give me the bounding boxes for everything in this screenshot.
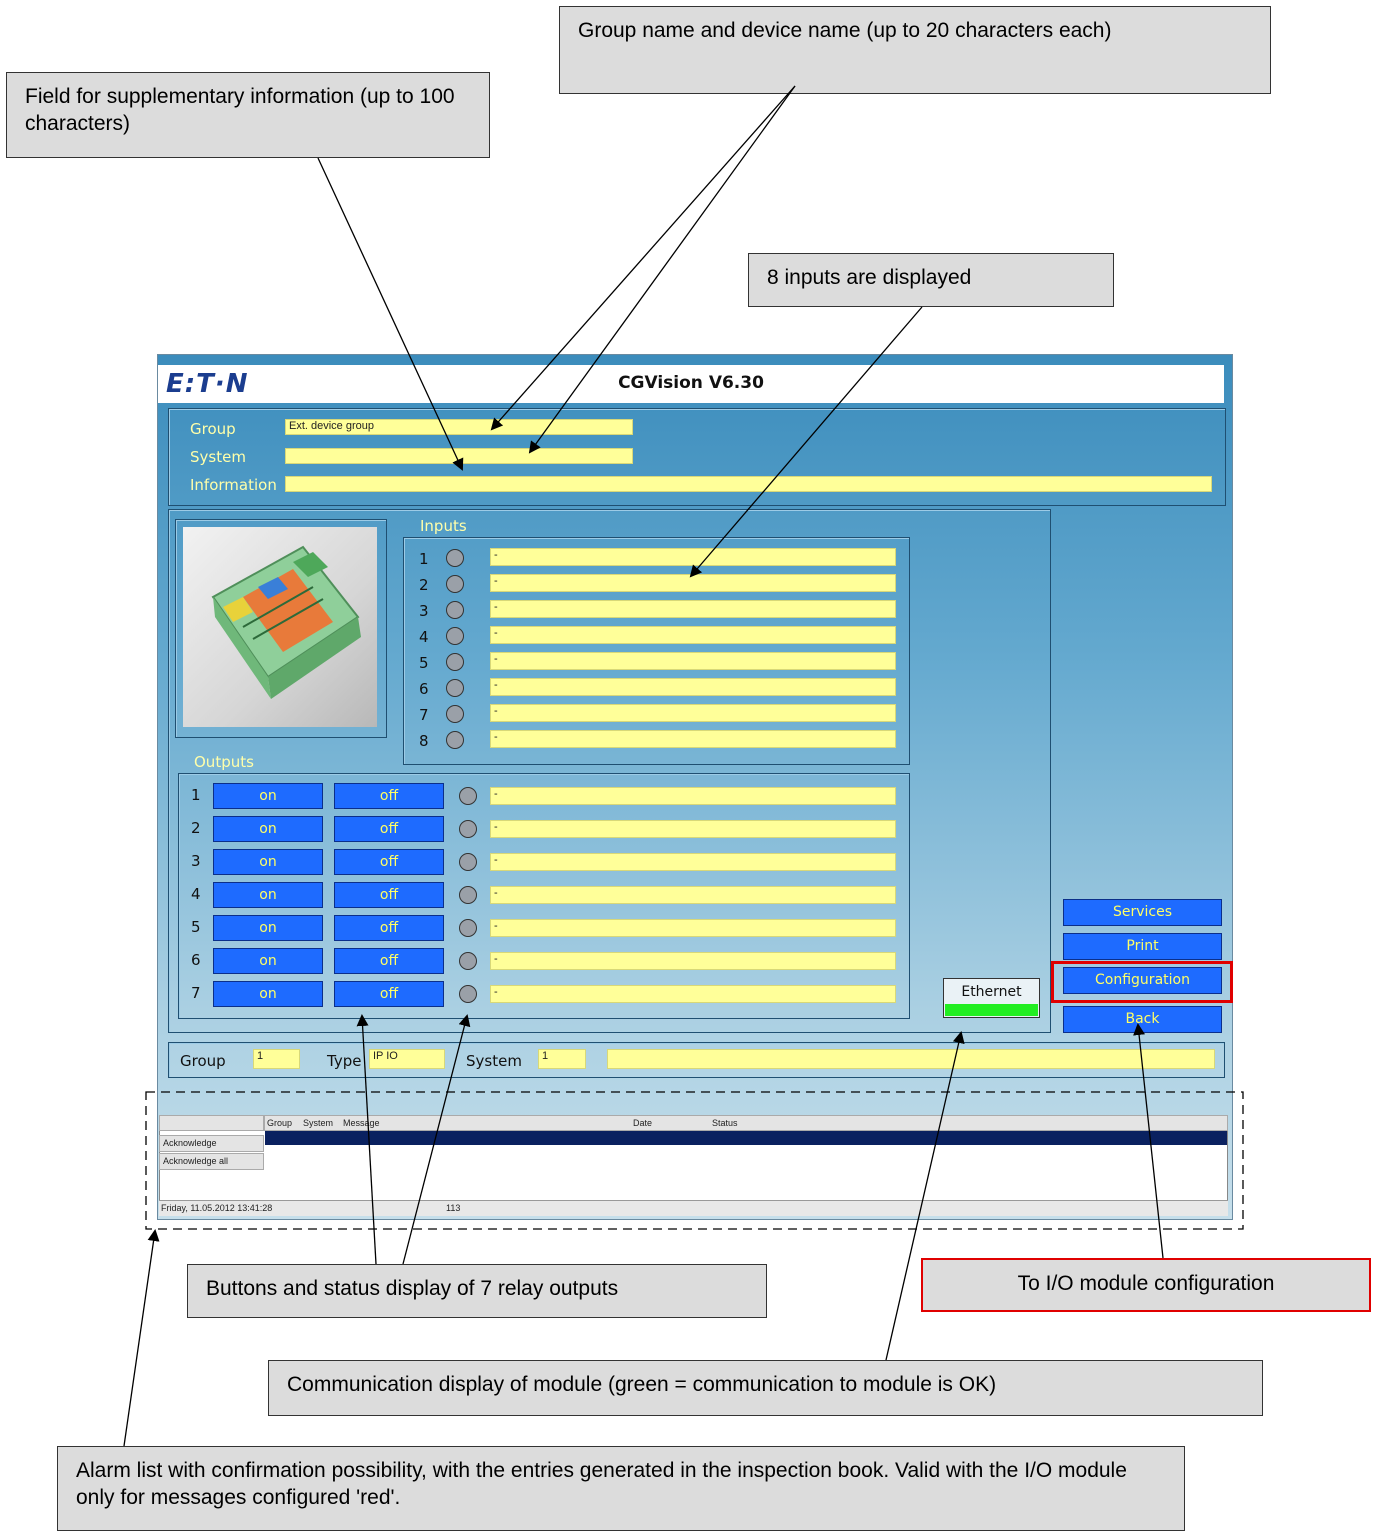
annotation-arrows [123,85,1244,1447]
